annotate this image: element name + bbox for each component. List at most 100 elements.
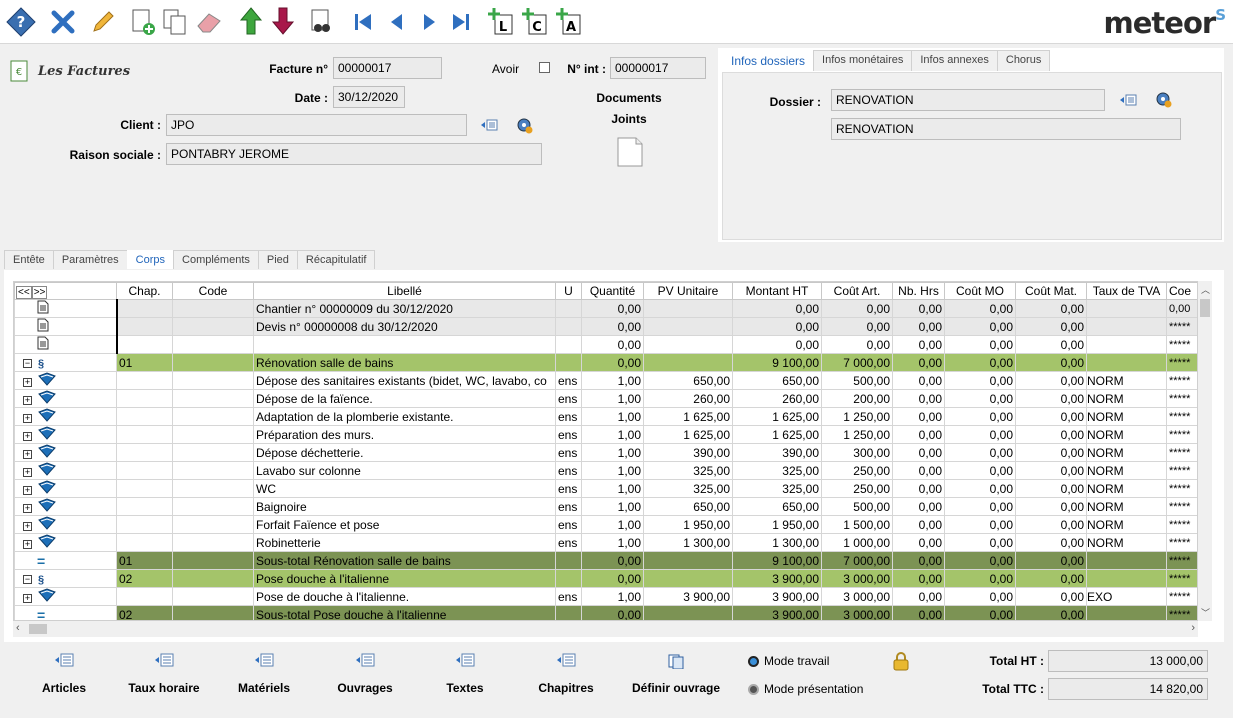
attached-document-icon[interactable] [616, 136, 644, 168]
cell-ca[interactable]: 250,00 [821, 461, 893, 480]
col-code[interactable]: Code [172, 282, 254, 300]
chapter-row[interactable]: − § 01 Rénovation salle de bains 0,00 9 100,0… [14, 353, 1197, 372]
cell-mht[interactable]: 390,00 [732, 443, 822, 462]
item-row[interactable]: + Robinetterie ens 1,00 1 300,00 1 300,00 1 00… [14, 533, 1197, 552]
cell-code[interactable] [172, 461, 254, 480]
cell-code[interactable] [172, 299, 254, 318]
cell-cmat[interactable]: 0,00 [1015, 371, 1087, 390]
cell-u[interactable] [555, 551, 582, 570]
cell-lib[interactable]: Pose de douche à l'italienne. [253, 587, 556, 606]
cell-chap[interactable] [116, 371, 173, 390]
row-icons-cell[interactable] [14, 299, 117, 318]
cell-lib[interactable]: Chantier n° 00000009 du 30/12/2020 [253, 299, 556, 318]
new-document-icon[interactable] [128, 6, 158, 38]
scroll-right-icon[interactable]: › [1191, 622, 1195, 634]
cell-tva[interactable]: NORM [1086, 461, 1167, 480]
cell-chap[interactable] [116, 407, 173, 426]
cell-ca[interactable]: 0,00 [821, 335, 893, 354]
cell-cmo[interactable]: 0,00 [944, 461, 1016, 480]
row-icons-cell[interactable]: + [14, 497, 117, 516]
tab-entete[interactable]: Entête [4, 250, 54, 269]
cell-nbh[interactable]: 0,00 [892, 515, 945, 534]
cell-ca[interactable]: 500,00 [821, 371, 893, 390]
cell-cmat[interactable]: 0,00 [1015, 317, 1087, 336]
cell-lib[interactable]: Devis n° 00000008 du 30/12/2020 [253, 317, 556, 336]
cell-code[interactable] [172, 443, 254, 462]
cell-qte[interactable]: 1,00 [581, 461, 644, 480]
cell-chap[interactable] [116, 425, 173, 444]
expand-toggle-icon[interactable]: + [23, 504, 32, 514]
cell-coe[interactable]: ***** [1166, 569, 1197, 588]
cell-mht[interactable]: 0,00 [732, 299, 822, 318]
cell-u[interactable]: ens [555, 371, 582, 390]
cell-nbh[interactable]: 0,00 [892, 317, 945, 336]
cell-tva[interactable] [1086, 605, 1167, 620]
definir-ouvrage-button[interactable]: Définir ouvrage [616, 653, 736, 695]
cell-tva[interactable]: EXO [1086, 587, 1167, 606]
cell-qte[interactable]: 1,00 [581, 407, 644, 426]
cell-chap[interactable] [116, 533, 173, 552]
cell-u[interactable]: ens [555, 587, 582, 606]
cell-cmat[interactable]: 0,00 [1015, 353, 1087, 372]
cell-code[interactable] [172, 605, 254, 620]
tab-infos-annexes[interactable]: Infos annexes [911, 50, 998, 71]
item-row[interactable]: + Lavabo sur colonne ens 1,00 325,00 325,00 25… [14, 461, 1197, 480]
cell-nbh[interactable]: 0,00 [892, 425, 945, 444]
cell-lib[interactable]: Sous-total Rénovation salle de bains [253, 551, 556, 570]
cell-coe[interactable]: ***** [1166, 533, 1197, 552]
cell-qte[interactable]: 0,00 [581, 605, 644, 620]
cell-code[interactable] [172, 317, 254, 336]
cell-nbh[interactable]: 0,00 [892, 479, 945, 498]
cell-u[interactable] [555, 335, 582, 354]
cell-cmat[interactable]: 0,00 [1015, 497, 1087, 516]
cell-qte[interactable]: 1,00 [581, 587, 644, 606]
cell-nbh[interactable]: 0,00 [892, 371, 945, 390]
row-icons-cell[interactable] [14, 317, 117, 336]
cell-tva[interactable]: NORM [1086, 497, 1167, 516]
col-coefficient[interactable]: Coe [1166, 282, 1197, 300]
cell-chap[interactable] [116, 479, 173, 498]
cell-ca[interactable]: 1 000,00 [821, 533, 893, 552]
select-list-icon[interactable] [480, 118, 498, 132]
edit-icon[interactable] [88, 6, 118, 38]
cell-pv[interactable]: 1 625,00 [643, 407, 733, 426]
cell-mht[interactable]: 3 900,00 [732, 605, 822, 620]
expand-toggle-icon[interactable]: + [23, 540, 32, 550]
cell-cmat[interactable]: 0,00 [1015, 461, 1087, 480]
row-icons-cell[interactable]: − § [14, 569, 117, 588]
cell-code[interactable] [172, 425, 254, 444]
cell-lib[interactable]: Forfait Faïence et pose [253, 515, 556, 534]
col-quantite[interactable]: Quantité [581, 282, 644, 300]
cell-chap[interactable] [116, 389, 173, 408]
tab-corps[interactable]: Corps [126, 250, 175, 269]
cell-nbh[interactable]: 0,00 [892, 497, 945, 516]
cell-ca[interactable]: 3 000,00 [821, 569, 893, 588]
cell-cmo[interactable]: 0,00 [944, 587, 1016, 606]
chapter-row[interactable]: − § 02 Pose douche à l'italienne 0,00 3 900,0… [14, 569, 1197, 588]
row-icons-cell[interactable]: + [14, 443, 117, 462]
cell-coe[interactable]: ***** [1166, 443, 1197, 462]
cell-nbh[interactable]: 0,00 [892, 299, 945, 318]
cell-nbh[interactable]: 0,00 [892, 461, 945, 480]
delete-icon[interactable] [48, 6, 78, 38]
cell-pv[interactable]: 325,00 [643, 461, 733, 480]
row-icons-cell[interactable]: − § [14, 353, 117, 372]
cell-u[interactable] [555, 569, 582, 588]
cell-ca[interactable]: 3 000,00 [821, 587, 893, 606]
cell-cmo[interactable]: 0,00 [944, 335, 1016, 354]
scroll-left-icon[interactable]: ‹ [16, 622, 20, 634]
cell-u[interactable]: ens [555, 461, 582, 480]
cell-pv[interactable] [643, 299, 733, 318]
scroll-up-icon[interactable]: ︿ [1201, 283, 1210, 296]
expand-toggle-icon[interactable]: + [23, 378, 32, 388]
item-row[interactable]: + Adaptation de la plomberie existante. en… [14, 407, 1197, 426]
cell-mht[interactable]: 0,00 [732, 335, 822, 354]
cell-coe[interactable]: ***** [1166, 335, 1197, 354]
col-cout-art[interactable]: Coût Art. [821, 282, 893, 300]
cell-nbh[interactable]: 0,00 [892, 443, 945, 462]
horizontal-scrollbar[interactable]: ‹ › [13, 621, 1198, 637]
cell-tva[interactable]: NORM [1086, 407, 1167, 426]
cell-ca[interactable]: 3 000,00 [821, 605, 893, 620]
cell-ca[interactable]: 7 000,00 [821, 353, 893, 372]
cell-tva[interactable] [1086, 551, 1167, 570]
